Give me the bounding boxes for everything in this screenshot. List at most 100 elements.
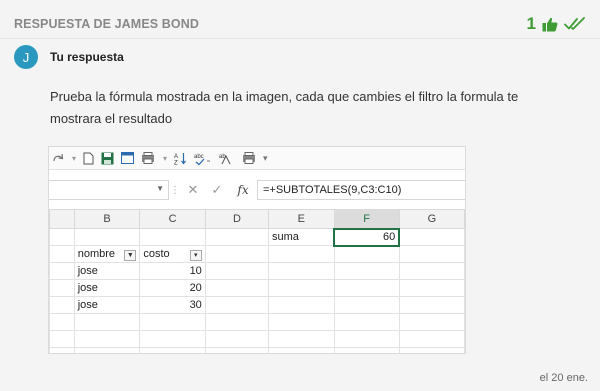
cell (268, 262, 335, 280)
table-row: jose 30 (49, 296, 465, 314)
row-header-corner (49, 209, 75, 229)
answer-card: RESPUESTA DE JAMES BOND 1 J Tu respuesta… (0, 0, 600, 391)
cell-header-costo: costo ▾ (139, 245, 206, 263)
checkmark-icon: ✓ (211, 182, 223, 197)
chevron-down-icon: ▼ (156, 184, 164, 193)
customize-toolbar-icon: ▾ (263, 152, 268, 163)
new-document-icon (83, 151, 94, 165)
double-check-icon[interactable] (564, 17, 586, 31)
cell (73, 330, 141, 348)
filter-active-icon: ▼ (124, 249, 137, 261)
cell (204, 245, 270, 263)
quick-access-toolbar: ▾ ▾ AZ abc ab ▾ (49, 147, 465, 170)
cell (268, 279, 335, 297)
cell (139, 330, 206, 348)
answer-label: Tu respuesta (50, 50, 124, 64)
function-icon: fx (237, 183, 249, 197)
format-icon: ab (219, 151, 235, 165)
cell (204, 296, 270, 314)
svg-text:Z: Z (174, 160, 178, 165)
like-count: 1 (526, 14, 536, 33)
column-header: E (268, 209, 335, 229)
spelling-icon: abc (194, 151, 212, 165)
cell (398, 296, 465, 314)
vertical-dots-icon: ⋮ (170, 184, 180, 196)
cell (73, 228, 141, 246)
svg-text:A: A (174, 154, 178, 160)
avatar: J (14, 45, 38, 69)
active-cell: 60 (332, 227, 401, 247)
row-header (49, 296, 75, 314)
column-header: D (204, 209, 270, 229)
table-row: jose 20 (49, 279, 465, 297)
row-header (49, 245, 75, 263)
save-icon (101, 151, 114, 165)
cell (204, 279, 270, 297)
dropdown-icon: ▾ (163, 153, 168, 163)
answer-body: Prueba la fórmula mostrada en la imagen,… (50, 89, 519, 126)
cell (333, 347, 400, 353)
answer-author-title: RESPUESTA DE JAMES BOND (14, 17, 199, 31)
row-header (49, 313, 75, 331)
cell (333, 279, 400, 297)
sort-icon: AZ (174, 151, 187, 165)
cell-text: nombre (77, 247, 115, 260)
cell (204, 330, 270, 348)
row-header (49, 228, 75, 246)
answer-actions: 1 (527, 14, 586, 34)
cell-header-nombre: nombre ▼ (73, 245, 141, 263)
header-divider (0, 38, 600, 39)
row-header (49, 347, 75, 353)
column-header-selected: F (333, 209, 400, 230)
answer-header: RESPUESTA DE JAMES BOND 1 (14, 13, 586, 35)
cell: 20 (139, 279, 206, 297)
cell (204, 228, 270, 246)
thumbs-up-icon[interactable] (542, 17, 558, 32)
spreadsheet-grid: B C D E F G suma 60 nombre ▼ costo ▾ jos… (49, 209, 465, 353)
cell: jose (73, 296, 141, 314)
cell: suma (268, 228, 335, 246)
name-box[interactable]: ▼ (49, 180, 169, 200)
table-row (49, 313, 465, 331)
cell (204, 262, 270, 280)
cell (204, 313, 270, 331)
row-header (49, 330, 75, 348)
window-icon (121, 151, 135, 165)
cell (333, 330, 400, 348)
column-header: B (73, 209, 141, 229)
cell (268, 330, 335, 348)
dropdown-icon: ▾ (72, 153, 77, 163)
cancel-icon: ✕ (187, 182, 199, 197)
cell: jose (73, 279, 141, 297)
column-header: G (398, 209, 465, 229)
answer-timestamp: el 20 ene. (539, 372, 588, 384)
cell (268, 296, 335, 314)
cell (268, 347, 335, 353)
row-header (49, 279, 75, 297)
cell (398, 228, 465, 246)
cell (398, 330, 465, 348)
cell (398, 313, 465, 331)
cell: 10 (139, 262, 206, 280)
table-row: nombre ▼ costo ▾ (49, 245, 465, 263)
toolbar-tool-icon (242, 151, 256, 165)
redo-icon (51, 151, 65, 165)
cell (139, 313, 206, 331)
cell (73, 347, 141, 353)
column-header-row: B C D E F G (49, 209, 465, 230)
cell (333, 296, 400, 314)
cell (139, 228, 206, 246)
cell: jose (73, 262, 141, 280)
cell (268, 313, 335, 331)
cell (333, 262, 400, 280)
formula-bar: ▼ ⋮ ✕ ✓ fx =+SUBTOTALES(9,C3:C10) (49, 177, 465, 203)
cell (139, 347, 206, 353)
filter-dropdown-icon: ▾ (189, 249, 202, 261)
cell (268, 245, 335, 263)
cell (398, 245, 465, 263)
column-header: C (139, 209, 206, 229)
table-row (49, 330, 465, 348)
table-row (49, 347, 465, 353)
print-preview-icon (141, 151, 156, 165)
cell (333, 313, 400, 331)
